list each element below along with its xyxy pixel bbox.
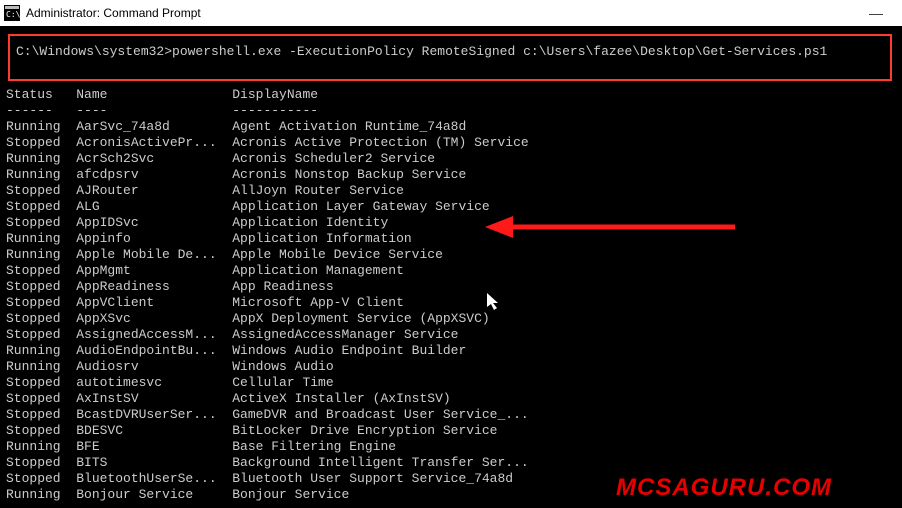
titlebar[interactable]: C:\ Administrator: Command Prompt — — [0, 0, 902, 26]
prompt: C:\Windows\system32> — [16, 44, 172, 59]
command-line: C:\Windows\system32>powershell.exe -Exec… — [16, 44, 827, 59]
cmd-icon: C:\ — [4, 5, 20, 21]
command-highlight-box: C:\Windows\system32>powershell.exe -Exec… — [8, 34, 892, 81]
services-table: Status Name DisplayName ------ ---- ----… — [4, 87, 898, 503]
command-text: powershell.exe -ExecutionPolicy RemoteSi… — [172, 44, 827, 59]
console-area[interactable]: C:\Windows\system32>powershell.exe -Exec… — [0, 34, 902, 503]
svg-text:C:\: C:\ — [6, 10, 20, 19]
window-title: Administrator: Command Prompt — [26, 6, 862, 20]
minimize-button[interactable]: — — [862, 5, 890, 21]
